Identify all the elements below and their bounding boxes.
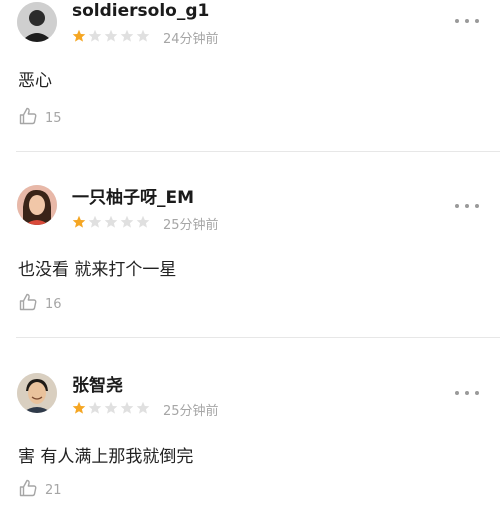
- star-icon: [88, 215, 102, 228]
- avatar[interactable]: [17, 2, 57, 42]
- like-count: 16: [45, 296, 62, 312]
- username[interactable]: soldiersolo_g1: [72, 1, 209, 21]
- review-text: 害 有人满上那我就倒完: [18, 447, 194, 467]
- star-icon: [136, 215, 150, 228]
- review-item: 张智尧 25分钟前 害 有人满上那我就倒完 21: [0, 338, 500, 520]
- like-button[interactable]: 16: [18, 293, 62, 315]
- review-text: 也没看 就来打个一星: [18, 260, 177, 280]
- star-icon: [104, 215, 118, 228]
- thumb-up-icon: [18, 106, 38, 130]
- timestamp: 25分钟前: [163, 218, 219, 233]
- review-text: 恶心: [18, 71, 52, 91]
- thumb-up-icon: [18, 292, 38, 316]
- more-dots-icon[interactable]: [455, 16, 479, 26]
- like-button[interactable]: 15: [18, 107, 62, 129]
- rating-stars: [72, 29, 150, 45]
- more-dots-icon[interactable]: [455, 388, 479, 398]
- star-icon: [88, 401, 102, 414]
- like-count: 21: [45, 482, 62, 498]
- star-icon: [120, 401, 134, 414]
- star-icon: [72, 401, 86, 414]
- star-icon: [120, 215, 134, 228]
- avatar[interactable]: [17, 185, 57, 225]
- avatar[interactable]: [17, 373, 57, 413]
- review-item: soldiersolo_g1 24分钟前 恶心 15: [0, 0, 500, 152]
- star-icon: [88, 29, 102, 42]
- timestamp: 25分钟前: [163, 404, 219, 419]
- username[interactable]: 一只柚子呀_EM: [72, 183, 194, 208]
- timestamp: 24分钟前: [163, 32, 219, 47]
- star-icon: [104, 401, 118, 414]
- more-dots-icon[interactable]: [455, 201, 479, 211]
- star-icon: [72, 215, 86, 228]
- star-icon: [120, 29, 134, 42]
- star-icon: [72, 29, 86, 42]
- rating-stars: [72, 401, 150, 417]
- username[interactable]: 张智尧: [72, 371, 123, 396]
- like-button[interactable]: 21: [18, 479, 62, 501]
- thumb-up-icon: [18, 478, 38, 502]
- star-icon: [104, 29, 118, 42]
- star-icon: [136, 29, 150, 42]
- star-icon: [136, 401, 150, 414]
- review-item: 一只柚子呀_EM 25分钟前 也没看 就来打个一星 16: [0, 152, 500, 338]
- like-count: 15: [45, 110, 62, 126]
- rating-stars: [72, 215, 150, 231]
